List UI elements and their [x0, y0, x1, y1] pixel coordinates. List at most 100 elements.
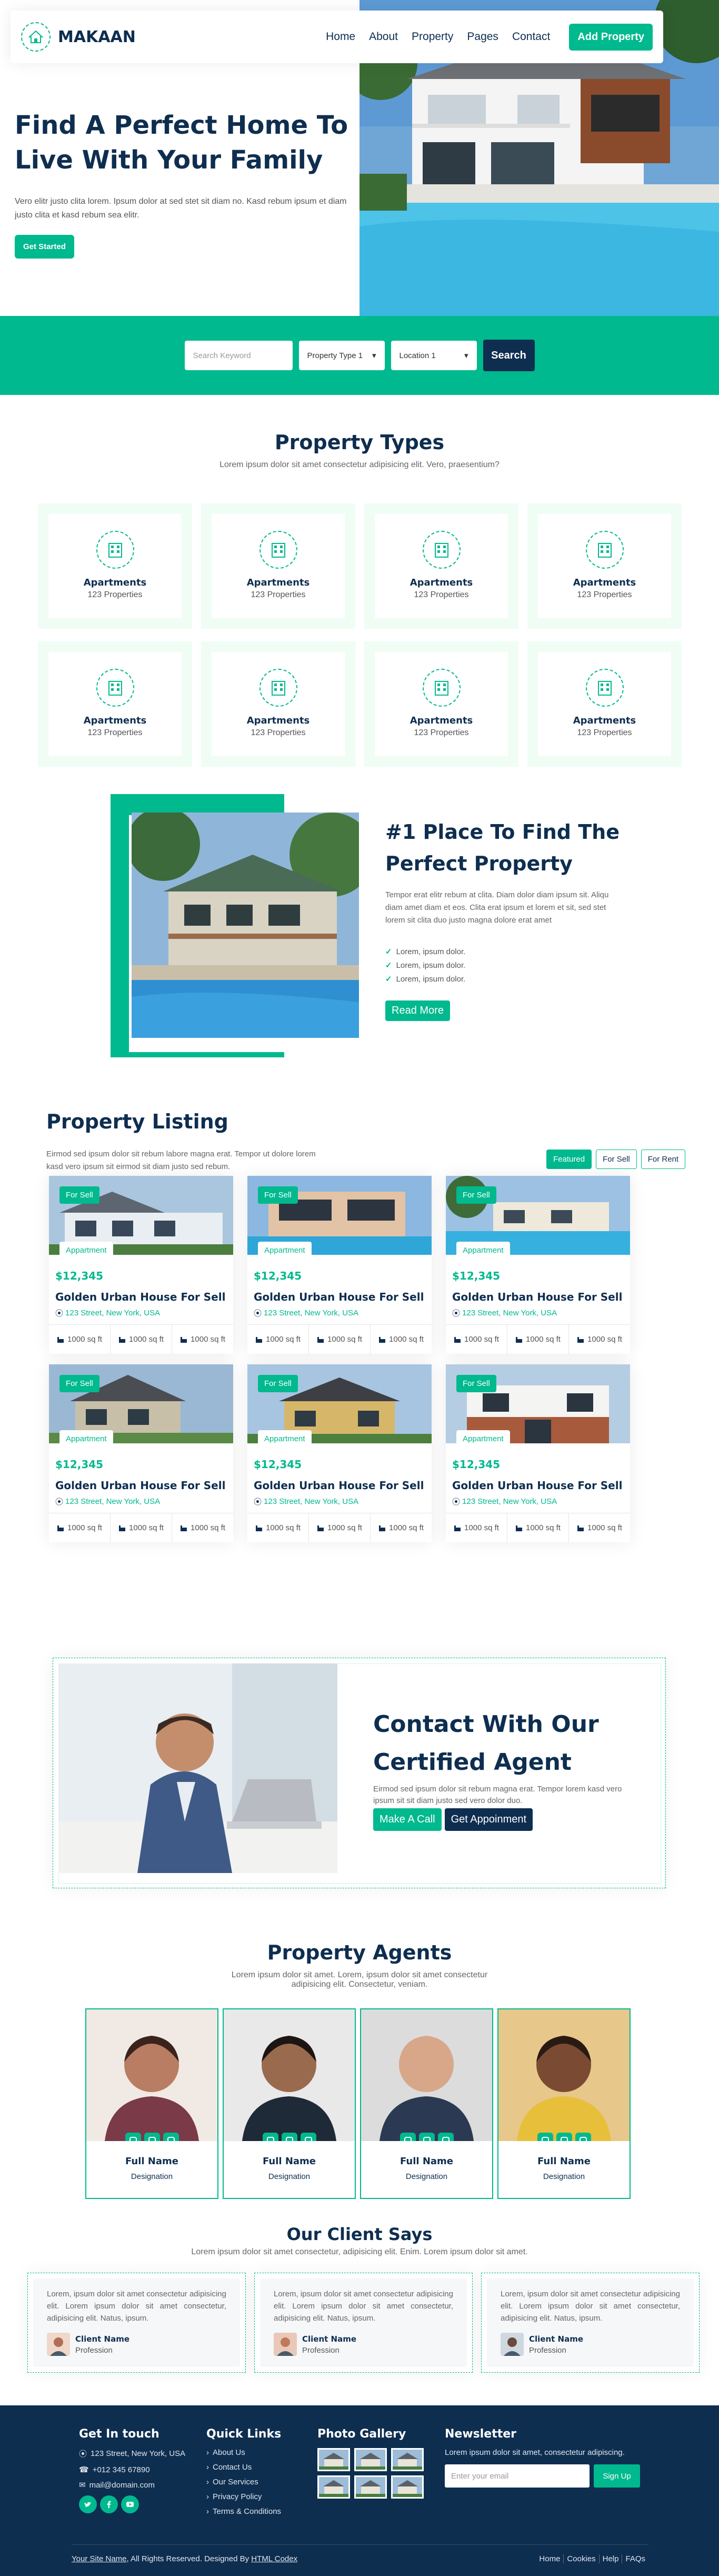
nav-about[interactable]: About	[369, 31, 398, 43]
footer-heading: Newsletter	[445, 2428, 517, 2441]
nav-home[interactable]: Home	[326, 31, 355, 43]
agent-social	[224, 2133, 355, 2141]
nav-property[interactable]: Property	[412, 31, 453, 43]
read-more-button[interactable]: Read More	[385, 1000, 450, 1021]
linkedin-icon[interactable]	[437, 2133, 454, 2141]
feature-value: 1000 sq ft	[526, 1523, 561, 1532]
chevron-right-icon: ›	[206, 2492, 209, 2501]
newsletter-email-input[interactable]: Enter your email	[445, 2464, 590, 2488]
property-name[interactable]: Golden Urban House For Sell	[452, 1291, 630, 1303]
location-select[interactable]: Location 1 ▾	[391, 341, 477, 370]
facebook-icon[interactable]	[400, 2133, 416, 2141]
footer-phone: ☎ +012 345 67890	[79, 2465, 185, 2475]
property-name[interactable]: Golden Urban House For Sell	[55, 1479, 233, 1492]
feature-value: 1000 sq ft	[266, 1523, 301, 1532]
property-type-inner: Apartments 123 Properties	[212, 652, 345, 756]
gallery-image[interactable]	[354, 2448, 387, 2471]
appointment-button[interactable]: Get Appoinment	[444, 1808, 533, 1831]
facebook-icon[interactable]	[125, 2133, 141, 2141]
property-name[interactable]: Golden Urban House For Sell	[254, 1479, 432, 1492]
feature-value: 1000 sq ft	[389, 1523, 424, 1532]
apartment-icon	[96, 669, 134, 707]
type-badge: Appartment	[456, 1430, 510, 1448]
property-type-select[interactable]: Property Type 1 ▾	[298, 341, 385, 370]
footer-cookies-link[interactable]: Cookies	[564, 2554, 600, 2563]
sign-up-button[interactable]: Sign Up	[594, 2464, 640, 2488]
twitter-icon[interactable]	[79, 2495, 97, 2513]
search-button[interactable]: Search	[483, 340, 535, 371]
linkedin-icon[interactable]	[300, 2133, 316, 2141]
linkedin-icon[interactable]	[575, 2133, 591, 2141]
about-title: #1 Place To Find The Perfect Property	[385, 820, 620, 875]
footer-heading: Photo Gallery	[317, 2428, 406, 2441]
search-input[interactable]: Search Keyword	[184, 341, 293, 370]
property-name[interactable]: Golden Urban House For Sell	[452, 1479, 630, 1492]
agent-card[interactable]: Full Name Designation	[85, 2008, 218, 2199]
get-started-button[interactable]: Get Started	[15, 235, 74, 259]
add-property-button[interactable]: Add Property	[569, 23, 653, 51]
gallery-image[interactable]	[391, 2448, 424, 2471]
address-text: 123 Street, New York, USA	[65, 1497, 161, 1506]
property-feature: 1000 sq ft	[247, 1513, 309, 1542]
status-badge: For Sell	[258, 1375, 298, 1392]
footer-link[interactable]: › Our Services	[206, 2478, 281, 2486]
status-badge: For Sell	[59, 1186, 99, 1204]
designer-link[interactable]: HTML Codex	[251, 2554, 297, 2563]
property-card[interactable]: For Sell Appartment $12,345 Golden Urban Ho…	[49, 1176, 233, 1354]
instagram-icon[interactable]	[556, 2133, 572, 2141]
property-card[interactable]: For Sell Appartment $12,345 Golden Urban Ho…	[446, 1364, 630, 1542]
about-image	[132, 813, 359, 1038]
property-card[interactable]: For Sell Appartment $12,345 Golden Urban Ho…	[49, 1364, 233, 1542]
facebook-icon[interactable]	[100, 2495, 118, 2513]
footer-link[interactable]: › Contact Us	[206, 2463, 281, 2472]
footer-help-link[interactable]: Help	[600, 2554, 623, 2563]
tab-featured[interactable]: Featured	[546, 1150, 592, 1169]
chevron-right-icon: ›	[206, 2463, 209, 2472]
property-type-card[interactable]: Apartments 123 Properties	[364, 641, 518, 767]
logo[interactable]: MAKAAN	[21, 22, 136, 52]
instagram-icon[interactable]	[144, 2133, 160, 2141]
property-card[interactable]: For Sell Appartment $12,345 Golden Urban Ho…	[247, 1176, 432, 1354]
property-type-card[interactable]: Apartments 123 Properties	[527, 503, 682, 629]
facebook-icon[interactable]	[262, 2133, 278, 2141]
footer-link[interactable]: › Terms & Conditions	[206, 2507, 281, 2516]
gallery-image[interactable]	[317, 2475, 350, 2499]
make-call-button[interactable]: Make A Call	[373, 1808, 442, 1831]
facebook-icon[interactable]	[537, 2133, 553, 2141]
avatar	[274, 2333, 297, 2356]
site-name-link[interactable]: Your Site Name	[72, 2554, 127, 2563]
tab-for-rent[interactable]: For Rent	[641, 1150, 686, 1169]
agent-card[interactable]: Full Name Designation	[360, 2008, 493, 2199]
property-type-card[interactable]: Apartments 123 Properties	[38, 503, 192, 629]
instagram-icon[interactable]	[281, 2133, 297, 2141]
apartment-icon	[96, 531, 134, 569]
tab-for-sell[interactable]: For Sell	[596, 1150, 637, 1169]
instagram-icon[interactable]	[418, 2133, 435, 2141]
property-type-card[interactable]: Apartments 123 Properties	[527, 641, 682, 767]
list-item-label: Lorem, ipsum dolor.	[396, 947, 466, 956]
nav-contact[interactable]: Contact	[512, 31, 550, 43]
gallery-image[interactable]	[391, 2475, 424, 2499]
nav-pages[interactable]: Pages	[467, 31, 498, 43]
property-type-card[interactable]: Apartments 123 Properties	[364, 503, 518, 629]
linkedin-icon[interactable]	[163, 2133, 179, 2141]
property-card[interactable]: For Sell Appartment $12,345 Golden Urban Ho…	[247, 1364, 432, 1542]
property-name[interactable]: Golden Urban House For Sell	[254, 1291, 432, 1303]
gallery-image[interactable]	[354, 2475, 387, 2499]
footer-link[interactable]: › About Us	[206, 2448, 281, 2457]
property-type-card[interactable]: Apartments 123 Properties	[201, 641, 355, 767]
property-card[interactable]: For Sell Appartment $12,345 Golden Urban Ho…	[446, 1176, 630, 1354]
youtube-icon[interactable]	[121, 2495, 139, 2513]
gallery-image[interactable]	[317, 2448, 350, 2471]
footer-link[interactable]: › Privacy Policy	[206, 2492, 281, 2501]
agent-card[interactable]: Full Name Designation	[223, 2008, 356, 2199]
property-feature: 1000 sq ft	[569, 1513, 630, 1542]
property-type-card[interactable]: Apartments 123 Properties	[201, 503, 355, 629]
section-subtitle: Lorem ipsum dolor sit amet consectetur a…	[219, 460, 500, 469]
property-type-card[interactable]: Apartments 123 Properties	[38, 641, 192, 767]
footer-faqs-link[interactable]: FAQs	[622, 2554, 648, 2563]
property-name[interactable]: Golden Urban House For Sell	[55, 1291, 233, 1303]
footer-home-link[interactable]: Home	[536, 2554, 564, 2563]
agent-card[interactable]: Full Name Designation	[497, 2008, 631, 2199]
property-type-name: Apartments	[573, 715, 636, 726]
